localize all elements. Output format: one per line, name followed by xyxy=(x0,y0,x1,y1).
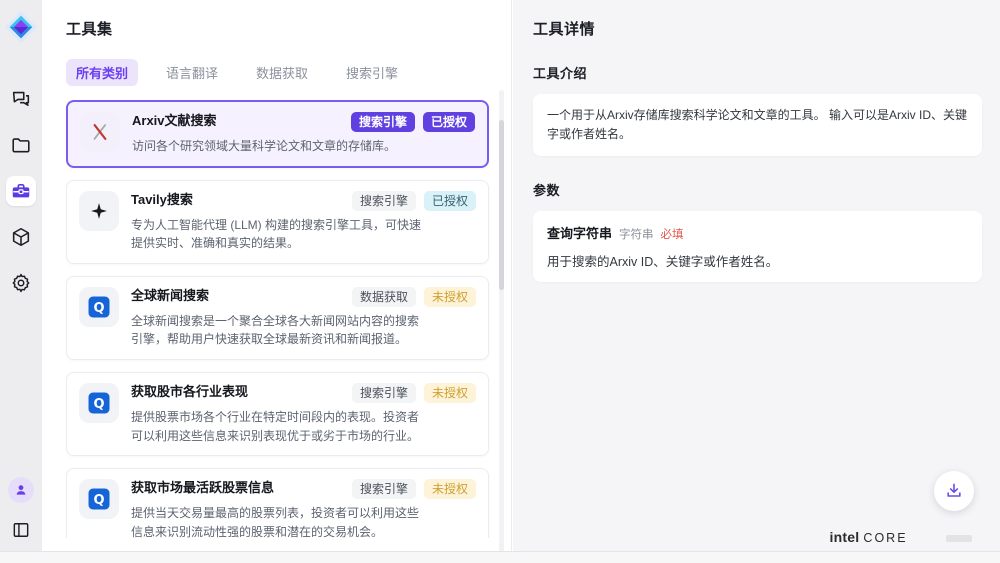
tool-name: 获取市场最活跃股票信息 xyxy=(131,479,274,497)
tavily-sparkle-icon xyxy=(89,201,109,221)
tools-panel: 工具集 所有类别语言翻译数据获取搜索引擎 Arxiv文献搜索 搜索引擎 已授权 … xyxy=(42,0,512,563)
svg-text:Q: Q xyxy=(93,397,104,412)
tab-search-engine[interactable]: 搜索引擎 xyxy=(336,59,408,86)
search-q-icon: Q xyxy=(87,391,111,415)
param-card: 查询字符串 字符串 必填 用于搜索的Arxiv ID、关键字或作者姓名。 xyxy=(533,211,982,282)
intro-heading: 工具介绍 xyxy=(533,63,982,82)
folder-icon xyxy=(10,134,32,156)
params-heading: 参数 xyxy=(533,180,982,199)
tool-category-badge: 搜索引擎 xyxy=(351,112,415,132)
intro-card: 一个用于从Arxiv存储库搜索科学论文和文章的工具。 输入可以是Arxiv ID… xyxy=(533,94,982,156)
tool-category-badge: 搜索引擎 xyxy=(352,191,416,211)
list-scrollbar[interactable] xyxy=(499,90,504,553)
tab-data-fetching[interactable]: 数据获取 xyxy=(246,59,318,86)
param-name: 查询字符串 xyxy=(547,223,612,242)
sidebar-nav xyxy=(6,84,36,298)
tool-list-item[interactable]: Tavily搜索 搜索引擎 已授权 专为人工智能代理 (LLM) 构建的搜索引擎… xyxy=(66,180,489,264)
tool-auth-badge: 未授权 xyxy=(424,383,476,403)
search-q-icon: Q xyxy=(87,487,111,511)
tool-list-item[interactable]: Q 全球新闻搜索 数据获取 未授权 全球新闻搜索是一个聚合全球各大新闻网站内容的… xyxy=(66,276,489,360)
tool-list-item[interactable]: Q 获取市场最活跃股票信息 搜索引擎 未授权 提供当天交易量最高的股票列表，投资… xyxy=(66,468,489,538)
details-title: 工具详情 xyxy=(533,18,982,39)
cube-icon xyxy=(10,226,32,248)
list-scrollbar-thumb[interactable] xyxy=(499,120,504,290)
intel-wordmark: intel xyxy=(830,529,860,545)
param-type: 字符串 xyxy=(619,226,654,242)
sidebar-item-chat[interactable] xyxy=(6,84,36,114)
tool-list: Arxiv文献搜索 搜索引擎 已授权 访问各个研究领域大量科学论文和文章的存储库… xyxy=(66,100,511,538)
search-q-icon: Q xyxy=(87,295,111,319)
chat-icon xyxy=(10,88,32,110)
arxiv-icon xyxy=(89,121,111,143)
download-button[interactable] xyxy=(934,471,974,511)
tool-details-panel: 工具详情 工具介绍 一个用于从Arxiv存储库搜索科学论文和文章的工具。 输入可… xyxy=(513,0,1000,563)
window-bottom-edge xyxy=(0,551,1000,563)
tool-category-badge: 搜索引擎 xyxy=(352,383,416,403)
core-wordmark: CORE xyxy=(863,531,907,545)
tool-auth-badge: 已授权 xyxy=(424,191,476,211)
sidebar-item-panel-toggle[interactable] xyxy=(6,515,36,545)
param-description: 用于搜索的Arxiv ID、关键字或作者姓名。 xyxy=(547,251,968,270)
tool-category-badge: 数据获取 xyxy=(352,287,416,307)
tool-name: Arxiv文献搜索 xyxy=(132,112,217,130)
tool-name: 全球新闻搜索 xyxy=(131,287,209,305)
sidebar-item-models[interactable] xyxy=(6,222,36,252)
brand-logo: intel CORE xyxy=(830,529,972,547)
tool-description: 提供当天交易量最高的股票列表，投资者可以利用这些信息来识别流动性强的股票和潜在的… xyxy=(131,504,427,538)
left-sidebar xyxy=(0,0,42,563)
tool-name: Tavily搜索 xyxy=(131,191,193,209)
sidebar-item-files[interactable] xyxy=(6,130,36,160)
sidebar-item-settings[interactable] xyxy=(6,268,36,298)
tool-auth-badge: 未授权 xyxy=(424,479,476,499)
tool-list-item[interactable]: Arxiv文献搜索 搜索引擎 已授权 访问各个研究领域大量科学论文和文章的存储库… xyxy=(66,100,489,168)
tool-list-item[interactable]: Q 获取股市各行业表现 搜索引擎 未授权 提供股票市场各个行业在特定时间段内的表… xyxy=(66,372,489,456)
tool-category-badge: 搜索引擎 xyxy=(352,479,416,499)
tools-panel-title: 工具集 xyxy=(66,18,511,39)
sidebar-bottom xyxy=(6,477,36,545)
layout-panel-icon xyxy=(11,520,31,540)
tool-auth-badge: 未授权 xyxy=(424,287,476,307)
svg-text:Q: Q xyxy=(93,493,104,508)
toolbox-icon xyxy=(10,180,32,202)
intro-text: 一个用于从Arxiv存储库搜索科学论文和文章的工具。 输入可以是Arxiv ID… xyxy=(547,106,968,144)
category-tabs: 所有类别语言翻译数据获取搜索引擎 xyxy=(66,59,511,86)
gear-icon xyxy=(10,272,32,294)
sidebar-item-tools[interactable] xyxy=(6,176,36,206)
tool-description: 全球新闻搜索是一个聚合全球各大新闻网站内容的搜索引擎，帮助用户快速获取全球最新资… xyxy=(131,312,427,349)
app-logo-icon xyxy=(4,10,38,44)
download-icon xyxy=(944,481,964,501)
tool-description: 专为人工智能代理 (LLM) 构建的搜索引擎工具，可快速提供实时、准确和真实的结… xyxy=(131,216,427,253)
tab-language-translation[interactable]: 语言翻译 xyxy=(156,59,228,86)
tool-auth-badge: 已授权 xyxy=(423,112,475,132)
brand-badge xyxy=(946,535,972,542)
tool-description: 访问各个研究领域大量科学论文和文章的存储库。 xyxy=(132,137,428,156)
param-required-badge: 必填 xyxy=(661,226,684,242)
tool-description: 提供股票市场各个行业在特定时间段内的表现。投资者可以利用这些信息来识别表现优于或… xyxy=(131,408,427,445)
tab-all-categories[interactable]: 所有类别 xyxy=(66,59,138,86)
tool-name: 获取股市各行业表现 xyxy=(131,383,248,401)
user-avatar[interactable] xyxy=(8,477,34,503)
user-avatar-icon xyxy=(13,482,29,498)
svg-text:Q: Q xyxy=(93,301,104,316)
